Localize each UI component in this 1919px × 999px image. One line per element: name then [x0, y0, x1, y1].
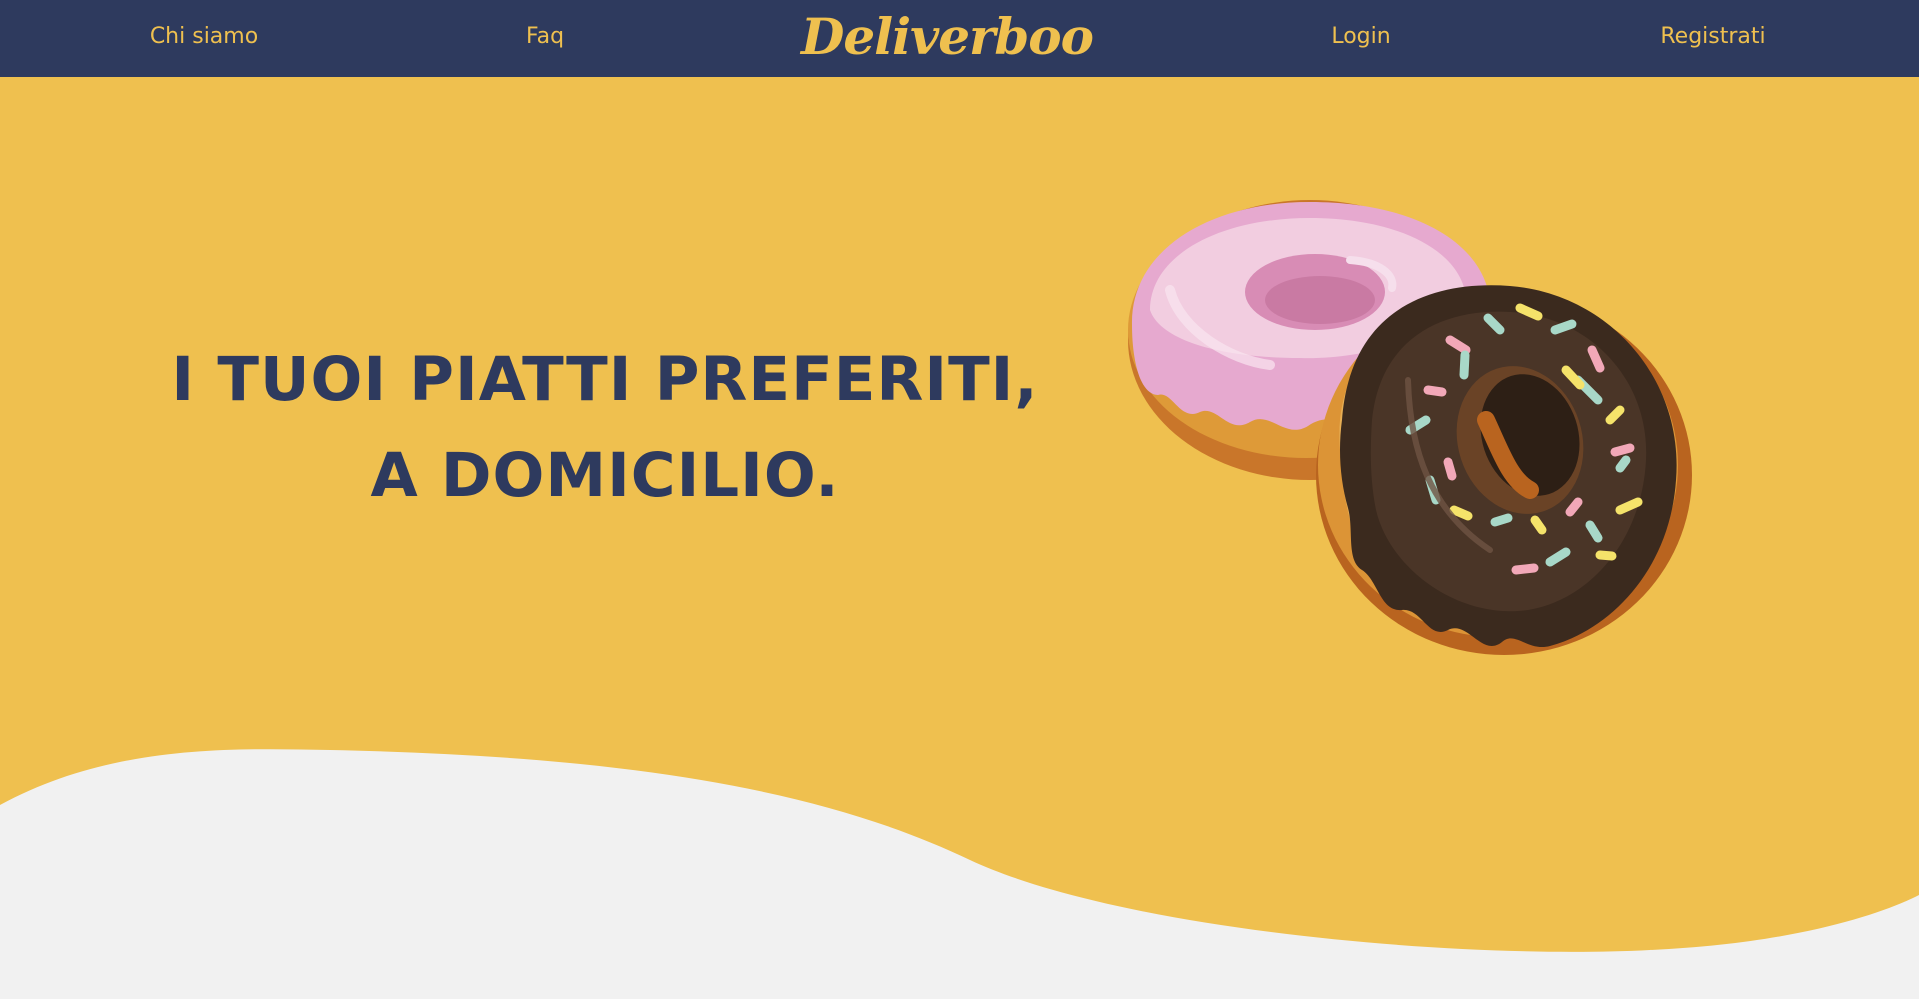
- donuts-illustration: [1128, 200, 1692, 655]
- hero-headline-line-2: A DOMICILIO.: [370, 440, 840, 511]
- hero-headline: I TUOI PIATTI PREFERITI, A DOMICILIO.: [140, 332, 1070, 524]
- landing-page: Chi siamo Faq Deliverboo Login Registrat…: [0, 0, 1919, 999]
- brand-logo[interactable]: Deliverboo: [801, 0, 1094, 73]
- hero-headline-line-1: I TUOI PIATTI PREFERITI,: [171, 344, 1039, 415]
- top-navbar: Chi siamo Faq Deliverboo Login Registrat…: [0, 0, 1919, 77]
- nav-link-registrati[interactable]: Registrati: [1660, 0, 1765, 73]
- nav-link-faq[interactable]: Faq: [526, 0, 564, 73]
- chocolate-donut-icon: [1316, 285, 1692, 655]
- nav-link-login[interactable]: Login: [1331, 0, 1390, 73]
- nav-link-chi-siamo[interactable]: Chi siamo: [150, 0, 258, 73]
